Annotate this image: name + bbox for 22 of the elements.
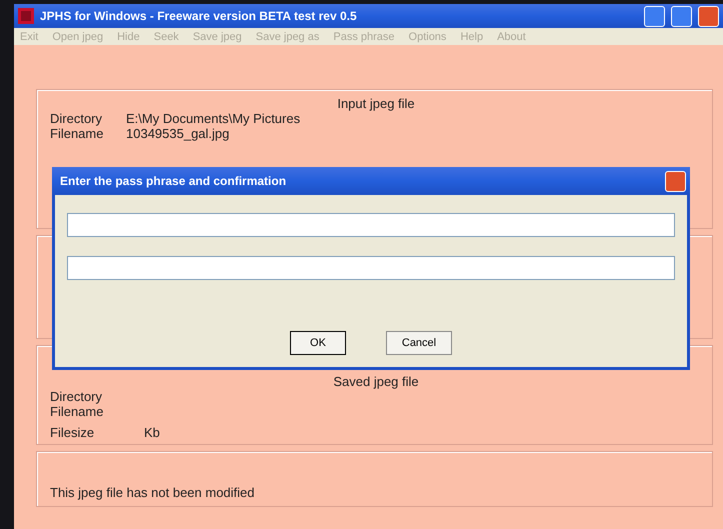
cancel-button[interactable]: Cancel — [386, 331, 452, 355]
field-label: Filename — [50, 126, 104, 141]
pass-phrase-field[interactable] — [67, 213, 675, 237]
field-label: Filesize — [50, 425, 96, 440]
field-label: Directory — [50, 389, 104, 404]
ok-button[interactable]: OK — [290, 331, 346, 355]
close-button[interactable] — [698, 6, 719, 26]
unit-label: Kb — [144, 425, 160, 440]
field-label: Filename — [50, 404, 104, 419]
window-title: JPHS for Windows - Freeware version BETA test rev 0.5 — [40, 9, 358, 23]
status-text: This jpeg file has not been modified — [50, 485, 255, 500]
minimize-button[interactable] — [644, 6, 665, 26]
maximize-button[interactable] — [671, 6, 692, 26]
panel-heading: Saved jpeg file — [333, 374, 419, 389]
dialog-title: Enter the pass phrase and confirmation — [60, 174, 288, 188]
filename-value: 10349535_gal.jpg — [126, 126, 230, 141]
confirmation-field[interactable] — [67, 256, 675, 280]
field-label: Directory — [50, 111, 104, 126]
app-icon — [18, 8, 34, 24]
directory-value: E:\My Documents\My Pictures — [126, 111, 300, 126]
panel-heading: Input jpeg file — [337, 96, 415, 111]
close-button[interactable] — [665, 170, 686, 192]
